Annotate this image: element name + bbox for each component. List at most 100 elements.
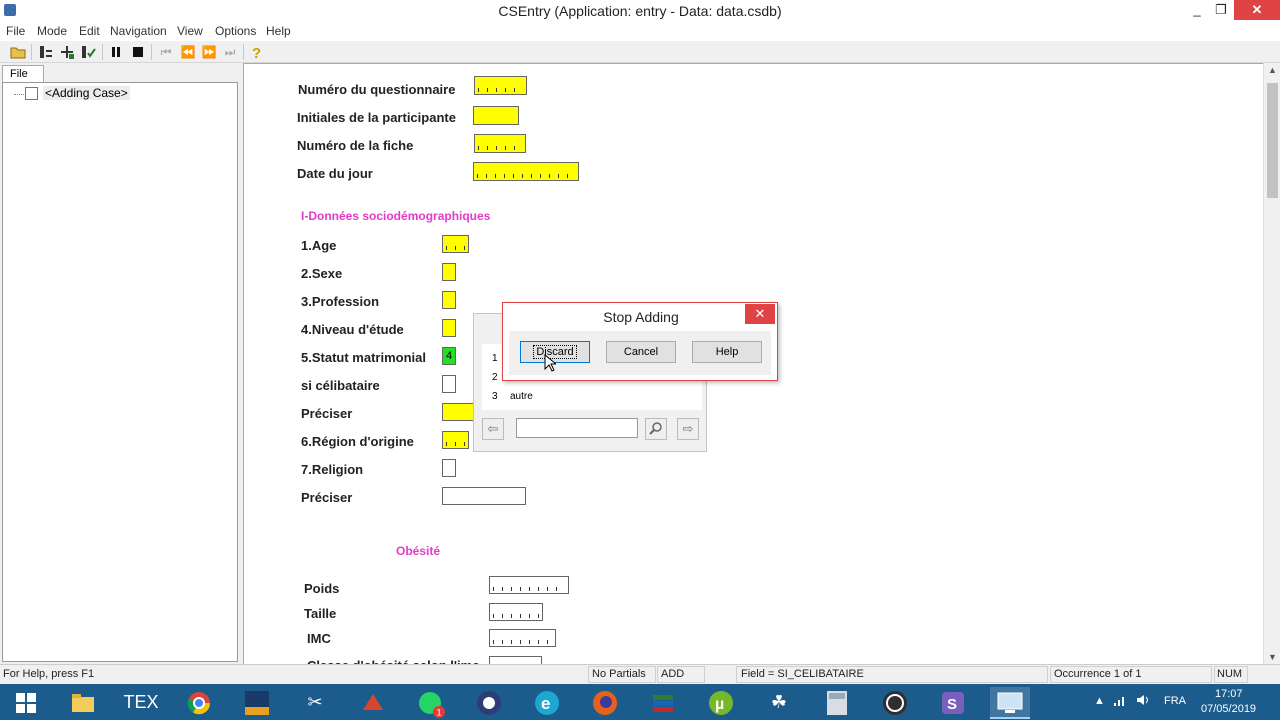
- menu-mode[interactable]: Mode: [37, 24, 67, 38]
- calibre-icon[interactable]: [237, 687, 277, 719]
- field-imc[interactable]: [489, 629, 556, 647]
- field-statut-matrimonial[interactable]: 4: [442, 347, 456, 365]
- status-occurrence: Occurrence 1 of 1: [1054, 668, 1142, 680]
- field-religion[interactable]: [442, 459, 456, 477]
- field-si-celibataire[interactable]: [442, 375, 456, 393]
- scroll-down-icon[interactable]: ▼: [1264, 652, 1280, 662]
- menu-view[interactable]: View: [177, 24, 203, 38]
- network-app-icon[interactable]: [469, 687, 509, 719]
- field-numero-questionnaire[interactable]: [474, 76, 527, 95]
- verify-case-icon[interactable]: [80, 44, 96, 60]
- value-set-row[interactable]: 3 autre: [492, 391, 533, 402]
- label-statut-matrimonial: 5.Statut matrimonial: [301, 350, 426, 365]
- books-icon[interactable]: [643, 687, 683, 719]
- language-indicator[interactable]: FRA: [1164, 695, 1186, 707]
- label-preciser-2: Préciser: [301, 490, 353, 505]
- tray-expand-icon[interactable]: ▲: [1094, 695, 1105, 707]
- texworks-icon[interactable]: TEX: [121, 687, 161, 719]
- tree-item-adding-case[interactable]: <Adding Case>: [43, 86, 130, 100]
- label-religion: 7.Religion: [301, 462, 364, 477]
- field-age[interactable]: [442, 235, 469, 253]
- close-button[interactable]: ✕: [1234, 0, 1280, 20]
- whatsapp-icon[interactable]: 1: [411, 687, 451, 719]
- svg-text:µ: µ: [715, 696, 724, 713]
- field-sexe[interactable]: [442, 263, 456, 281]
- label-preciser-1: Préciser: [301, 406, 353, 421]
- calculator-icon[interactable]: [817, 687, 857, 719]
- label-profession: 3.Profession: [301, 294, 380, 309]
- maximize-button[interactable]: ❐: [1206, 0, 1236, 20]
- label-numero-fiche: Numéro de la fiche: [297, 138, 414, 153]
- add-case-icon[interactable]: [38, 44, 54, 60]
- csentry-window-icon[interactable]: [990, 687, 1030, 719]
- stop-icon[interactable]: [130, 44, 146, 60]
- network-icon[interactable]: [1113, 693, 1127, 710]
- status-mode: ADD: [661, 668, 685, 680]
- taskbar: TEX ✂ 1 e µ ☘ S ▲ FRA 17:07 07/05/2019: [0, 684, 1280, 720]
- previous-case-icon[interactable]: ⏪: [180, 44, 196, 60]
- status-help-text: For Help, press F1: [3, 668, 95, 680]
- dialog-close-icon[interactable]: ✕: [745, 304, 775, 324]
- clock-date[interactable]: 07/05/2019: [1201, 703, 1256, 715]
- case-checkbox[interactable]: [25, 87, 38, 100]
- field-date-jour[interactable]: [473, 162, 579, 181]
- field-numero-fiche[interactable]: [474, 134, 526, 153]
- label-poids: Poids: [304, 581, 340, 596]
- section-title-obesite: Obésité: [396, 544, 441, 558]
- svg-text:?: ?: [252, 45, 261, 60]
- label-date-jour: Date du jour: [297, 166, 373, 181]
- arrow-left-icon[interactable]: ⇦: [482, 418, 504, 440]
- last-case-icon[interactable]: ⏭: [222, 44, 238, 60]
- dialog-title: Stop Adding: [603, 309, 679, 325]
- tab-file[interactable]: File: [2, 65, 44, 83]
- search-icon[interactable]: [645, 418, 667, 440]
- edge-e-icon[interactable]: e: [527, 687, 567, 719]
- status-field: Field = SI_CELIBATAIRE: [741, 668, 864, 680]
- value-set-search-input[interactable]: [516, 418, 638, 438]
- utorrent-icon[interactable]: µ: [701, 687, 741, 719]
- windows-start-icon[interactable]: [6, 687, 46, 719]
- arrow-right-icon[interactable]: ⇨: [677, 418, 699, 440]
- field-poids[interactable]: [489, 576, 569, 594]
- menu-edit[interactable]: Edit: [79, 24, 100, 38]
- clock-time[interactable]: 17:07: [1215, 688, 1243, 700]
- cancel-button[interactable]: Cancel: [606, 341, 676, 363]
- clover-icon[interactable]: ☘: [759, 687, 799, 719]
- chrome-icon[interactable]: [179, 687, 219, 719]
- obs-icon[interactable]: [875, 687, 915, 719]
- pause-icon[interactable]: [108, 44, 124, 60]
- open-folder-icon[interactable]: [10, 44, 26, 60]
- csentry-app-icon[interactable]: S: [933, 687, 973, 719]
- next-case-icon[interactable]: ⏩: [201, 44, 217, 60]
- help-question-icon[interactable]: ?: [249, 44, 265, 62]
- svg-text:e: e: [541, 694, 550, 713]
- case-tree: <Adding Case>: [2, 82, 238, 662]
- field-region-origine[interactable]: [442, 431, 469, 449]
- file-explorer-icon[interactable]: [63, 687, 103, 719]
- first-case-icon[interactable]: ⏮: [158, 44, 174, 60]
- menu-navigation[interactable]: Navigation: [110, 24, 167, 38]
- notification-badge: 1: [437, 708, 442, 718]
- firefox-icon[interactable]: [585, 687, 625, 719]
- vertical-scrollbar[interactable]: ▲ ▼: [1263, 63, 1280, 664]
- scroll-thumb[interactable]: [1267, 83, 1278, 198]
- field-profession[interactable]: [442, 291, 456, 309]
- label-sexe: 2.Sexe: [301, 266, 343, 281]
- field-preciser-2[interactable]: [442, 487, 526, 505]
- volume-icon[interactable]: [1136, 693, 1152, 710]
- menu-help[interactable]: Help: [266, 24, 291, 38]
- field-initiales[interactable]: [473, 106, 519, 125]
- field-taille[interactable]: [489, 603, 543, 621]
- tools-icon[interactable]: ✂: [295, 687, 335, 719]
- mouse-cursor-icon: [544, 353, 558, 372]
- label-region-origine: 6.Région d'origine: [301, 434, 414, 449]
- menu-file[interactable]: File: [6, 24, 25, 38]
- field-niveau-etude[interactable]: [442, 319, 456, 337]
- menu-options[interactable]: Options: [215, 24, 256, 38]
- help-button[interactable]: Help: [692, 341, 762, 363]
- app-red-icon[interactable]: [353, 687, 393, 719]
- scroll-up-icon[interactable]: ▲: [1264, 65, 1280, 75]
- label-si-celibataire: si célibataire: [301, 378, 380, 393]
- insert-case-icon[interactable]: [59, 44, 75, 60]
- section-title-sociodemographic: I-Données sociodémographiques: [301, 209, 491, 223]
